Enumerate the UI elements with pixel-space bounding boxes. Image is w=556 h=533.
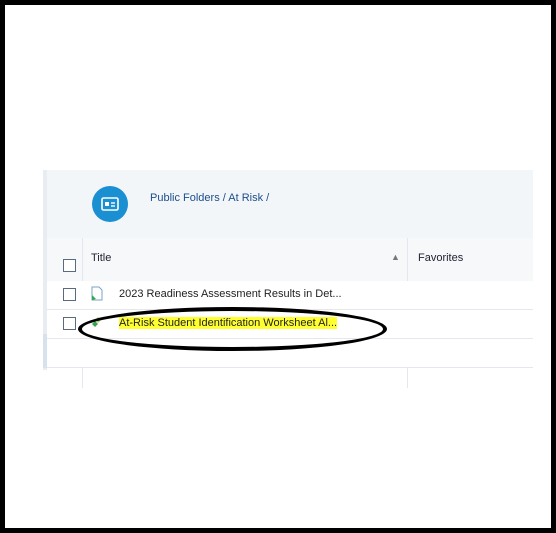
- document-icon: [91, 286, 103, 301]
- breadcrumb[interactable]: Public Folders / At Risk /: [150, 192, 269, 204]
- row-checkbox[interactable]: [63, 317, 76, 330]
- row-checkbox[interactable]: [63, 288, 76, 301]
- table-header: Title ▲ Favorites: [47, 238, 533, 282]
- row-selection-marker: [43, 334, 47, 368]
- select-all-checkbox[interactable]: [63, 259, 76, 272]
- sort-icon[interactable]: ▲: [391, 252, 400, 262]
- row-title[interactable]: 2023 Readiness Assessment Results in Det…: [119, 288, 342, 300]
- column-favorites[interactable]: Favorites: [418, 252, 463, 264]
- column-title[interactable]: Title: [91, 252, 111, 264]
- table-row[interactable]: 2023 Readiness Assessment Results in Det…: [47, 281, 533, 310]
- folder-header: Public Folders / At Risk /: [47, 170, 533, 238]
- annotation-circle: [78, 307, 387, 351]
- folder-icon[interactable]: [92, 186, 128, 222]
